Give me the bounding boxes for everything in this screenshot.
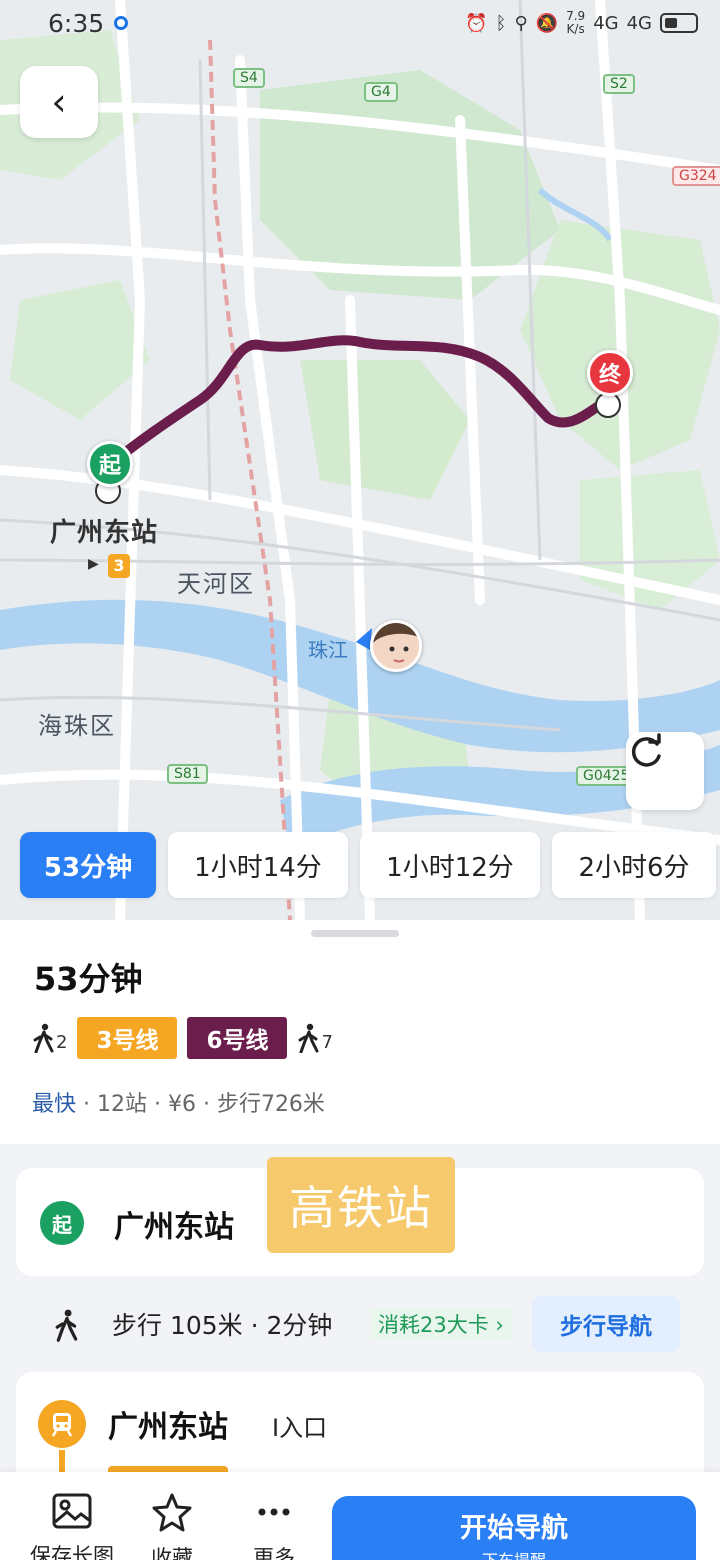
end-pin[interactable]: 终 xyxy=(587,350,633,396)
route-page: 6:35 ⏰ ᛒ ⚲ 🔕 7.9 K/s 4G 4G ‹ S4 G4 S2 G32… xyxy=(0,0,720,1560)
tab-route-4[interactable]: 2小时6分 xyxy=(552,832,716,898)
route-segments: 2 3号线 6号线 7 xyxy=(32,1016,333,1060)
bluetooth-icon: ᛒ xyxy=(495,12,507,34)
battery-icon xyxy=(660,13,698,33)
start-badge: 起 xyxy=(40,1201,84,1245)
route-summary-text: 最快 · 12站 · ¥6 · 步行726米 xyxy=(32,1086,325,1118)
map-label-start-station[interactable]: 广州东站 xyxy=(50,512,158,549)
road-tag-s2: S2 xyxy=(603,74,635,94)
user-location-avatar[interactable] xyxy=(370,620,422,672)
back-button[interactable]: ‹ xyxy=(20,66,98,138)
signal-icon-1: 4G xyxy=(593,12,619,34)
refresh-icon xyxy=(631,733,661,767)
calorie-badge[interactable]: 消耗23大卡 › xyxy=(370,1308,512,1340)
favorite-button[interactable]: 收藏 xyxy=(122,1492,222,1560)
route-summary-sheet: 53分钟 2 3号线 6号线 7 最快 · 12站 · ¥6 · 步行726米 xyxy=(0,920,720,1144)
station-entrance: I入口 xyxy=(272,1414,328,1442)
network-speed: 7.9 K/s xyxy=(566,9,586,36)
alarm-icon: ⏰ xyxy=(465,12,488,34)
road-tag-s81: S81 xyxy=(167,764,208,784)
tab-route-3[interactable]: 1小时12分 xyxy=(360,832,540,898)
status-bar: 6:35 ⏰ ᛒ ⚲ 🔕 7.9 K/s 4G 4G xyxy=(0,0,720,46)
image-icon xyxy=(52,1493,92,1529)
signal-icon-2: 4G xyxy=(626,12,652,34)
more-button[interactable]: 更多 xyxy=(224,1492,324,1560)
map-label-pearl-river: 珠江 xyxy=(308,638,348,662)
walking-person-icon xyxy=(55,1309,78,1342)
walk-segment-2: 7 xyxy=(297,1023,333,1053)
mute-icon: 🔕 xyxy=(535,12,559,34)
bottom-action-bar: 保存长图 收藏 更多 开始导航 下车提醒 xyxy=(0,1472,720,1560)
road-tag-g324: G324 xyxy=(672,166,720,186)
route-option-tabs: 53分钟 1小时14分 1小时12分 2小时6分 xyxy=(0,832,720,900)
start-station-name: 广州东站 xyxy=(114,1210,234,1245)
tab-route-2[interactable]: 1小时14分 xyxy=(168,832,348,898)
metro-station-name: 广州东站 xyxy=(108,1410,228,1445)
start-pin[interactable]: 起 xyxy=(87,441,133,487)
start-navigation-button[interactable]: 开始导航 下车提醒 xyxy=(332,1496,696,1560)
route-duration: 53分钟 xyxy=(34,960,143,998)
play-arrow-icon: ▶ xyxy=(88,556,99,572)
line-6-chip: 6号线 xyxy=(187,1017,288,1059)
walk-navigation-button[interactable]: 步行导航 xyxy=(532,1296,680,1352)
location-dot-icon xyxy=(114,16,129,30)
more-dots-icon xyxy=(258,1508,290,1516)
line-3-chip: 3号线 xyxy=(77,1017,178,1059)
walk-step-text: 步行 105米 · 2分钟 xyxy=(112,1311,333,1340)
status-time: 6:35 xyxy=(48,8,105,38)
refresh-button[interactable] xyxy=(626,732,704,810)
chevron-left-icon: ‹ xyxy=(51,80,67,124)
subway-train-icon xyxy=(51,1413,73,1437)
walking-person-icon xyxy=(33,1023,54,1053)
fastest-tag: 最快 xyxy=(32,1092,77,1117)
hsr-station-label: 高铁站 xyxy=(267,1157,455,1253)
walk-segment-1: 2 xyxy=(32,1023,67,1053)
road-tag-g4: G4 xyxy=(364,82,398,102)
road-tag-s4: S4 xyxy=(233,68,265,88)
map-view[interactable]: 6:35 ⏰ ᛒ ⚲ 🔕 7.9 K/s 4G 4G ‹ S4 G4 S2 G32… xyxy=(0,0,720,920)
walk-step-row: 步行 105米 · 2分钟 消耗23大卡 › 步行导航 xyxy=(0,1292,720,1356)
metro-line-badge: 3 xyxy=(108,554,130,578)
tab-route-1[interactable]: 53分钟 xyxy=(20,832,156,898)
star-icon xyxy=(152,1493,192,1532)
location-icon: ⚲ xyxy=(514,12,528,34)
avatar-face-icon xyxy=(373,623,419,669)
walking-person-icon xyxy=(298,1023,319,1053)
map-label-tianhe: 天河区 xyxy=(177,570,255,598)
metro-icon xyxy=(38,1400,86,1448)
drag-handle[interactable] xyxy=(311,930,399,937)
route-detail: · 12站 · ¥6 · 步行726米 xyxy=(76,1092,325,1117)
save-image-button[interactable]: 保存长图 xyxy=(22,1492,122,1560)
map-label-haizhu: 海珠区 xyxy=(38,712,116,740)
status-icons: ⏰ ᛒ ⚲ 🔕 7.9 K/s 4G 4G xyxy=(465,10,698,36)
